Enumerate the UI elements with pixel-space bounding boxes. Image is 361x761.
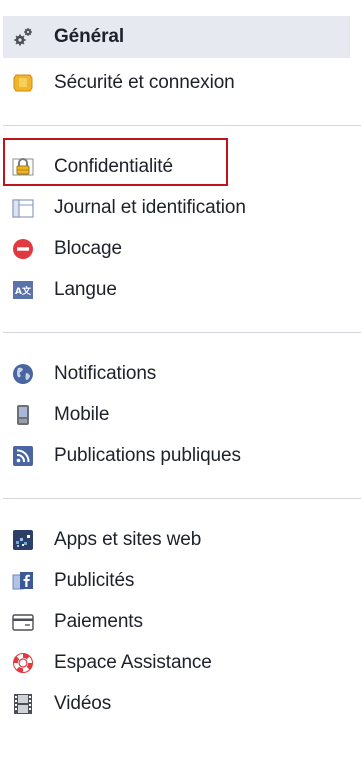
sidebar-item-privacy[interactable]: Confidentialité [0,146,361,187]
lock-icon [12,156,34,178]
globe-icon [12,363,34,385]
sidebar-item-label: Général [54,26,125,47]
block-icon [12,238,34,260]
sidebar-item-notifications[interactable]: Notifications [0,353,361,394]
sidebar-item-label: Langue [54,278,117,300]
sidebar-item-general[interactable]: Général [3,16,350,58]
sidebar-item-label: Apps et sites web [54,528,202,550]
svg-text:A: A [15,287,22,297]
gears-icon [12,26,34,48]
settings-sidebar: Général Sécurité et connexion Confidenti… [0,0,361,761]
sidebar-item-apps[interactable]: Apps et sites web [0,519,361,560]
sidebar-item-label: Blocage [54,237,122,259]
sidebar-item-language[interactable]: A 文 Langue [0,269,361,310]
rss-icon [12,445,34,467]
sidebar-item-label: Paiements [54,610,143,632]
language-icon: A 文 [12,279,34,301]
film-icon [12,693,34,715]
sidebar-item-support[interactable]: Espace Assistance [0,642,361,683]
sidebar-item-label: Publications publiques [54,444,241,466]
sidebar-item-videos[interactable]: Vidéos [0,683,361,724]
sidebar-item-label: Publicités [54,569,135,591]
sidebar-item-label: Espace Assistance [54,651,212,673]
sidebar-item-public-posts[interactable]: Publications publiques [0,435,361,476]
lifebuoy-icon [12,652,34,674]
sidebar-item-label: Journal et identification [54,196,246,218]
sidebar-item-timeline[interactable]: Journal et identification [0,187,361,228]
sidebar-item-label: Confidentialité [54,155,173,177]
mobile-icon [12,404,34,426]
sidebar-item-blocking[interactable]: Blocage [0,228,361,269]
badge-icon [12,72,34,94]
apps-icon [12,529,34,551]
sidebar-item-payments[interactable]: Paiements [0,601,361,642]
sidebar-item-security[interactable]: Sécurité et connexion [0,62,361,103]
card-icon [12,611,34,633]
sidebar-item-mobile[interactable]: Mobile [0,394,361,435]
ads-icon [12,570,34,592]
sidebar-item-label: Sécurité et connexion [54,71,235,93]
sidebar-item-label: Mobile [54,403,110,425]
svg-text:文: 文 [21,285,32,297]
sidebar-item-label: Notifications [54,362,157,384]
timeline-icon [12,197,34,219]
sidebar-item-label: Vidéos [54,692,112,714]
sidebar-item-ads[interactable]: Publicités [0,560,361,601]
